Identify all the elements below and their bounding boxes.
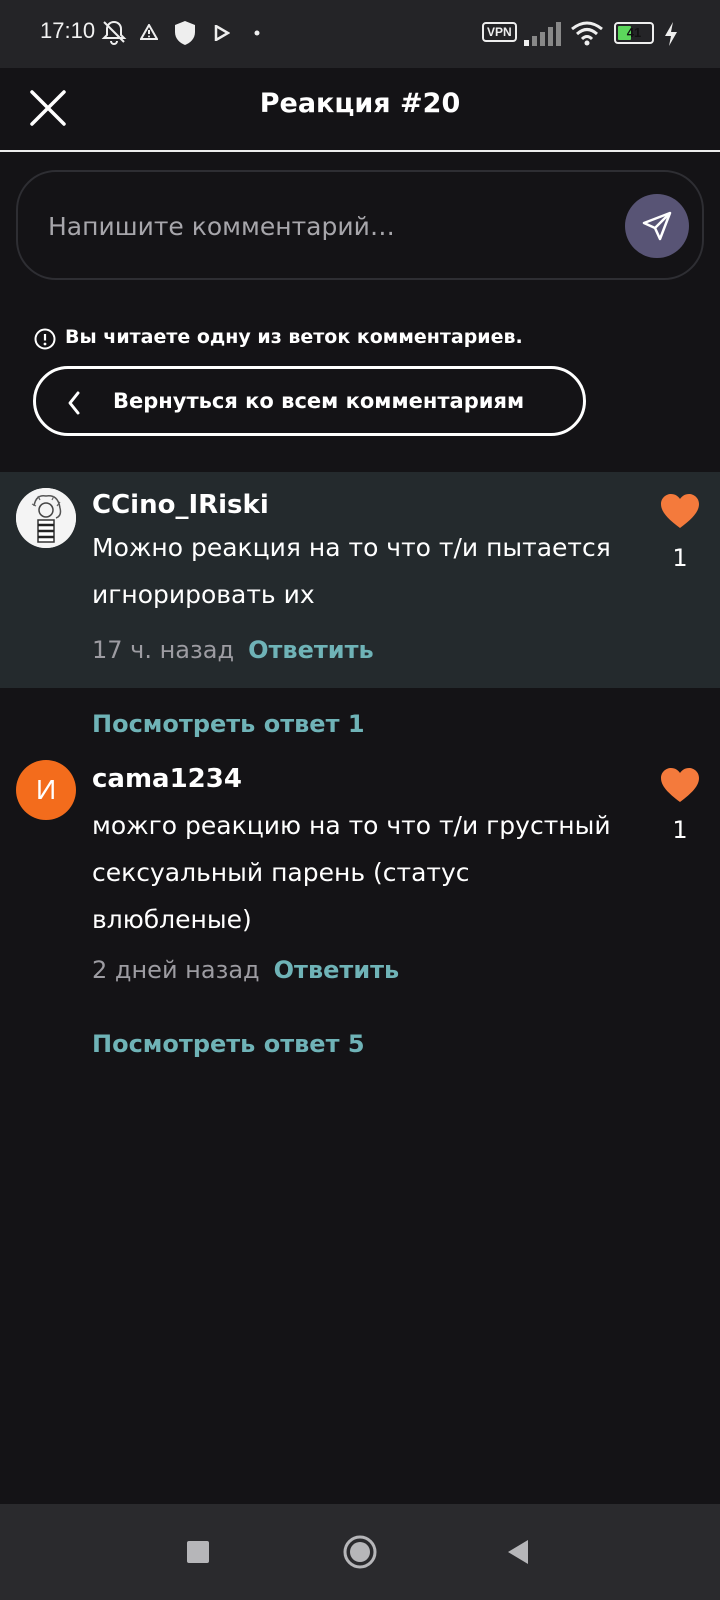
status-bar: 17:10 VPN 41	[0, 0, 720, 68]
dot-icon	[254, 30, 260, 36]
comment-composer	[16, 170, 704, 280]
reply-button[interactable]: Ответить	[274, 956, 400, 984]
page-title: Реакция #20	[259, 88, 461, 119]
system-nav-bar	[0, 1504, 720, 1600]
shield-icon	[175, 21, 195, 45]
back-button[interactable]	[506, 1538, 530, 1570]
home-button[interactable]	[342, 1534, 378, 1574]
comment-item: И cama1234 можго реакцию на то что т/и г…	[0, 756, 720, 996]
like-count: 1	[672, 816, 688, 844]
send-icon	[642, 211, 672, 241]
reply-button[interactable]: Ответить	[248, 636, 374, 664]
back-to-all-comments-label: Вернуться ко всем комментариям	[113, 389, 525, 413]
view-replies-link[interactable]: Посмотреть ответ 1	[92, 710, 365, 738]
wifi-icon	[571, 21, 603, 46]
comment-time: 17 ч. назад	[92, 636, 235, 664]
like-count: 1	[672, 544, 688, 572]
avatar[interactable]	[16, 488, 76, 548]
back-triangle-icon	[508, 1540, 528, 1564]
comment-meta: 2 дней назад Ответить	[92, 956, 399, 984]
comment-username[interactable]: CCino_IRiski	[92, 490, 269, 520]
comment-item: CCino_IRiski Можно реакция на то что т/и…	[0, 472, 720, 688]
view-replies-link[interactable]: Посмотреть ответ 5	[92, 1030, 365, 1058]
signal-icon	[524, 22, 561, 46]
comment-input[interactable]	[48, 202, 588, 250]
heart-icon	[661, 494, 699, 528]
comment-text: можго реакцию на то что т/и грустный сек…	[92, 811, 611, 934]
charging-icon	[665, 22, 677, 46]
battery-icon: 41	[614, 22, 654, 44]
circle-icon	[343, 1535, 377, 1569]
chevron-left-icon	[68, 391, 80, 415]
square-icon	[187, 1541, 209, 1563]
like-button[interactable]	[660, 768, 700, 804]
comment-username[interactable]: cama1234	[92, 764, 242, 794]
send-button[interactable]	[625, 194, 689, 258]
recents-button[interactable]	[186, 1540, 210, 1568]
avatar-drawing-icon	[16, 488, 76, 548]
thread-notice-text: Вы читаете одну из веток комментариев.	[65, 326, 523, 348]
bell-off-icon	[101, 20, 127, 45]
like-button[interactable]	[660, 494, 700, 530]
back-to-all-comments-button[interactable]: Вернуться ко всем комментариям	[33, 366, 586, 436]
info-icon	[34, 328, 56, 350]
avatar[interactable]: И	[16, 760, 76, 820]
battery-level: 41	[626, 25, 642, 40]
play-icon	[214, 25, 230, 41]
warning-icon	[140, 24, 158, 40]
comment-text: Можно реакция на то что т/и пытается игн…	[92, 533, 611, 609]
status-time: 17:10	[40, 18, 96, 43]
vpn-badge: VPN	[482, 22, 517, 42]
comment-time: 2 дней назад	[92, 956, 260, 984]
header: Реакция #20	[0, 68, 720, 152]
comment-meta: 17 ч. назад Ответить	[92, 636, 374, 664]
heart-icon	[661, 768, 699, 802]
